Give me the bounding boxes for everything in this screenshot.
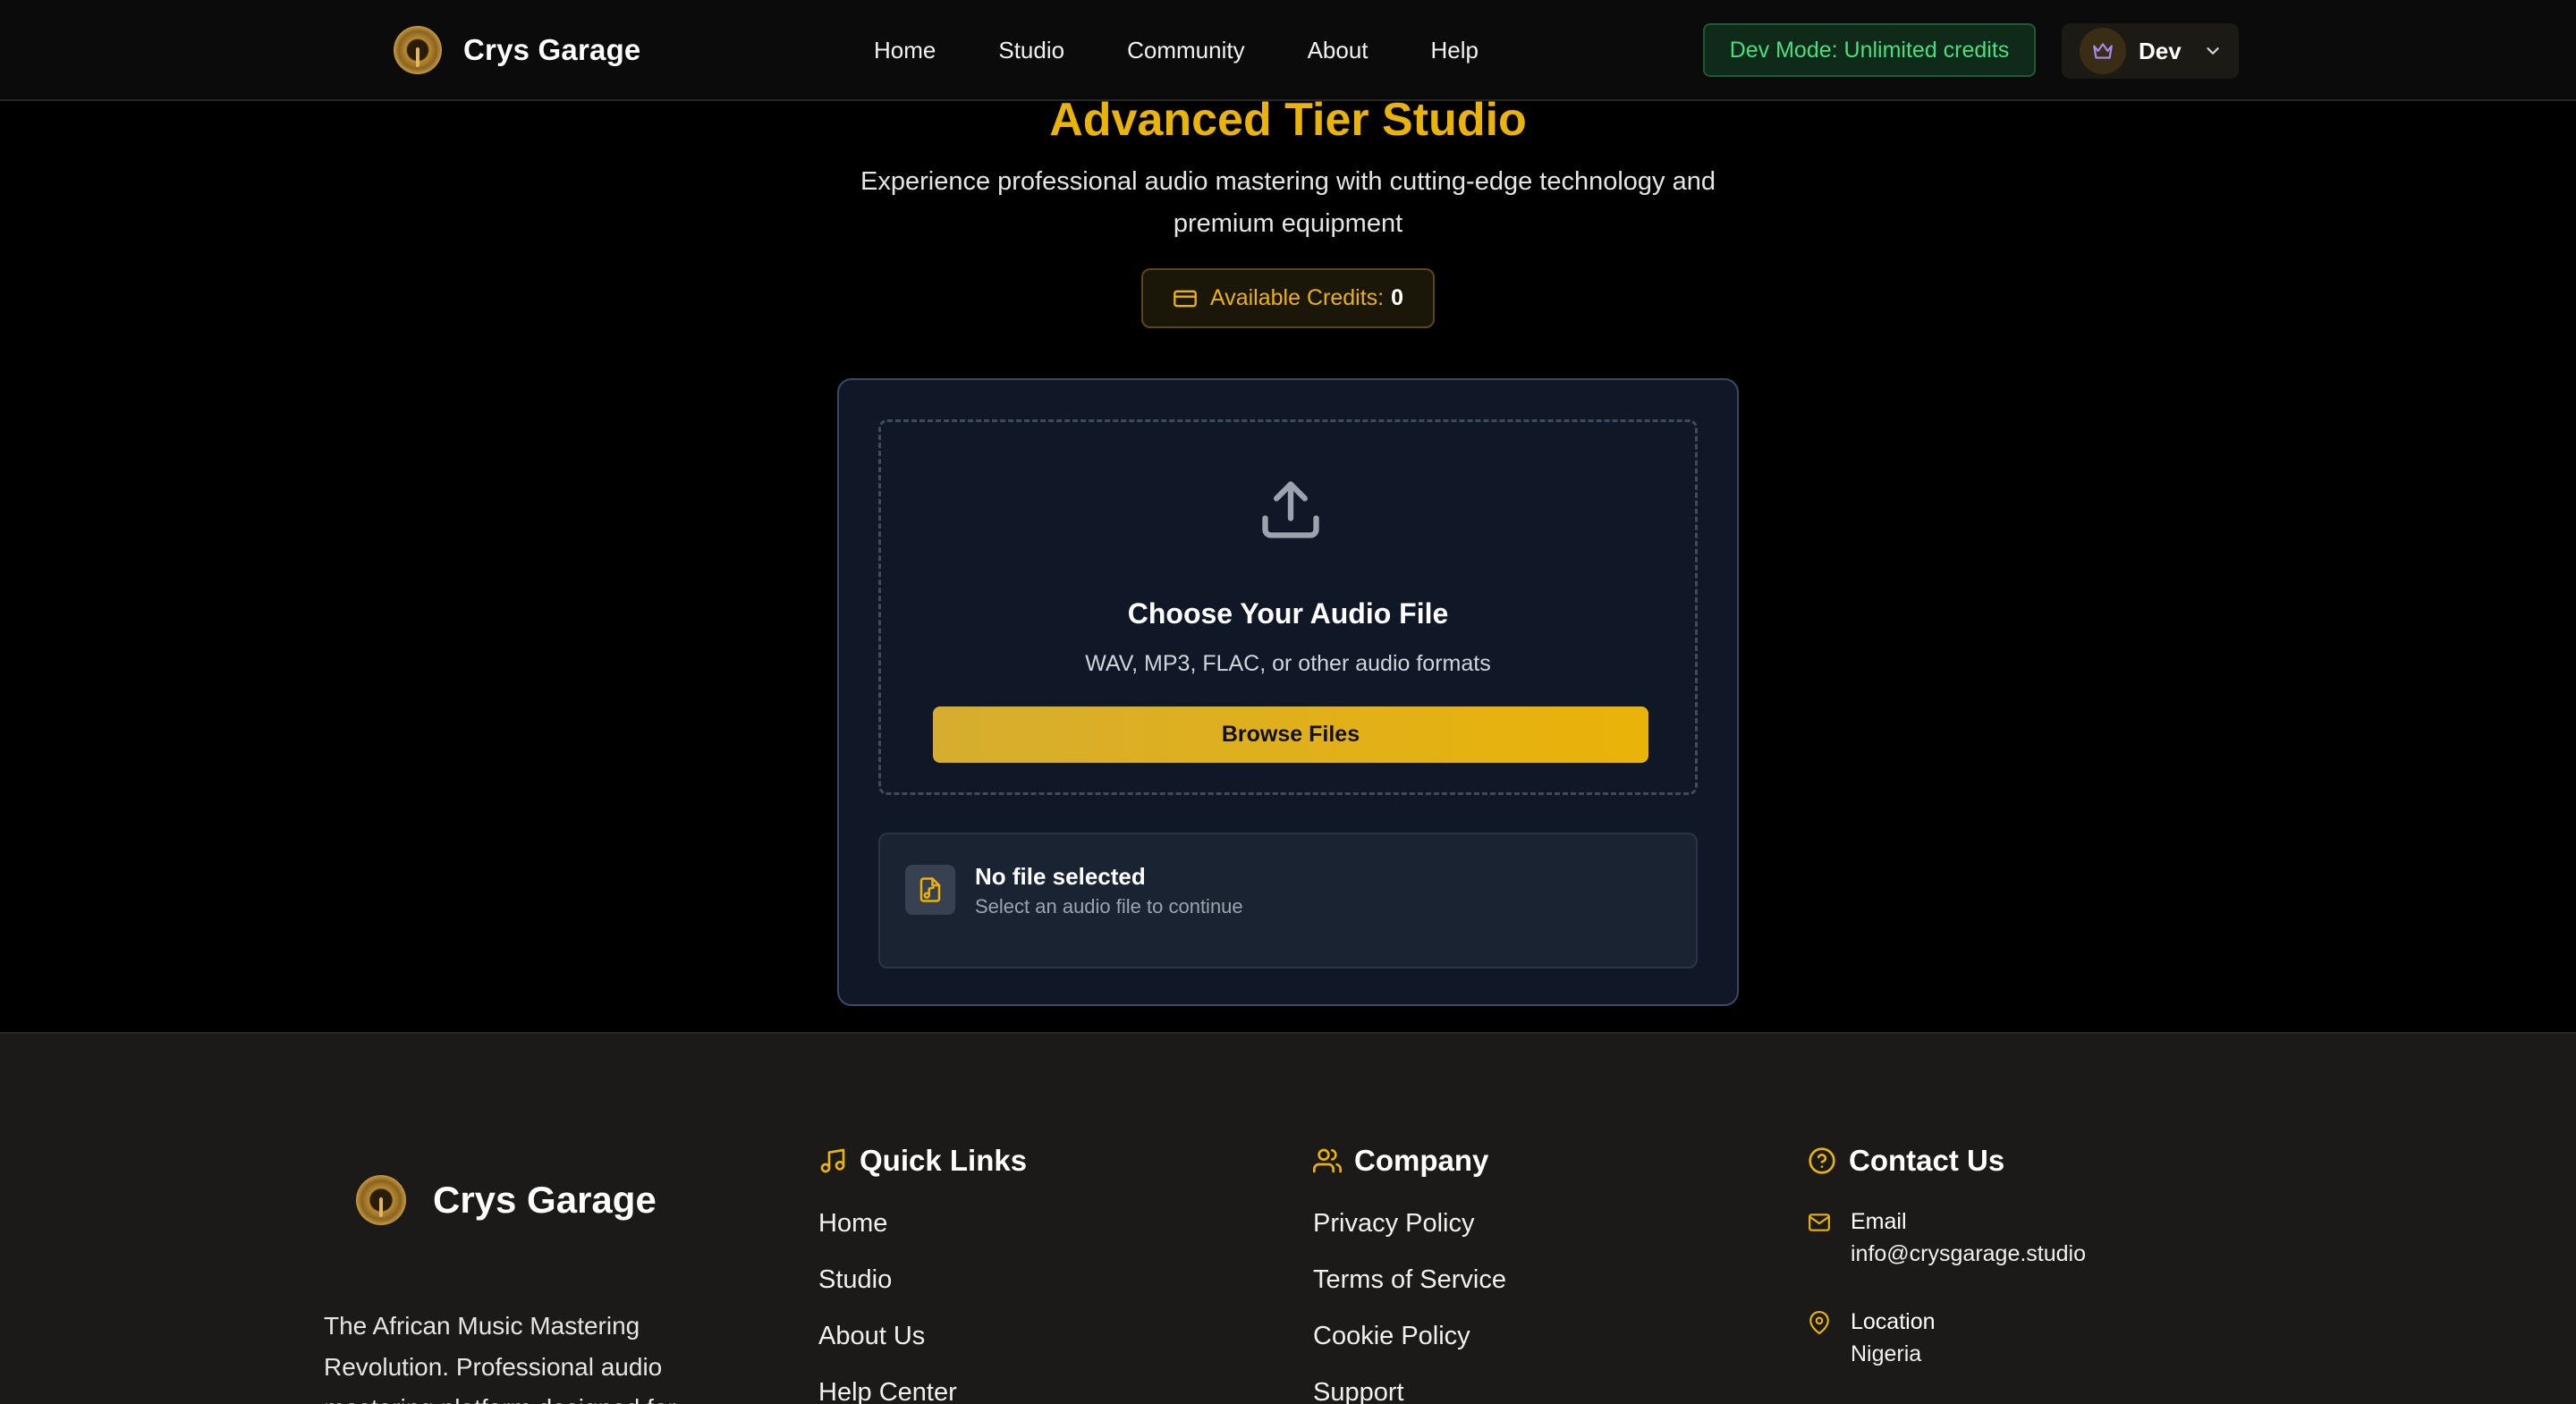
- footer-link-cookies[interactable]: Cookie Policy: [1313, 1318, 1506, 1374]
- file-drop-zone[interactable]: Choose Your Audio File WAV, MP3, FLAC, o…: [878, 419, 1698, 795]
- brand-home-link[interactable]: Crys Garage: [394, 25, 640, 75]
- footer-link-terms[interactable]: Terms of Service: [1313, 1262, 1506, 1318]
- chevron-down-icon: [2207, 47, 2219, 55]
- browse-files-button[interactable]: Browse Files: [933, 706, 1648, 763]
- contact-email: Email info@crysgarage.studio: [1808, 1207, 2086, 1272]
- nav-home[interactable]: Home: [874, 34, 936, 66]
- contact-title: Contact Us: [1849, 1144, 2005, 1177]
- help-circle-icon: [1809, 1147, 1835, 1174]
- music-note-icon: [820, 1148, 845, 1173]
- footer-company: Company Privacy Policy Terms of Service …: [1313, 1136, 1506, 1404]
- location-label: Location: [1851, 1309, 1936, 1334]
- logo-icon: [394, 26, 442, 74]
- nav-help[interactable]: Help: [1431, 34, 1479, 66]
- page-subtitle: Experience professional audio mastering …: [860, 167, 1716, 238]
- location-value: Nigeria: [1851, 1341, 1922, 1366]
- company-heading: Company: [1313, 1136, 1506, 1186]
- footer-brand[interactable]: Crys Garage: [356, 1175, 657, 1225]
- file-icon-box: [905, 865, 955, 915]
- email-label: Email: [1851, 1209, 1907, 1234]
- footer-tagline: The African Music Mastering Revolution. …: [324, 1312, 676, 1404]
- footer-link-about-us[interactable]: About Us: [818, 1318, 1027, 1374]
- credit-card-icon: [1174, 290, 1197, 307]
- user-menu-button[interactable]: Dev: [2062, 23, 2239, 79]
- footer-contact: Contact Us Email info@crysgarage.studio …: [1808, 1136, 2086, 1372]
- company-title: Company: [1354, 1144, 1489, 1177]
- footer-link-privacy[interactable]: Privacy Policy: [1313, 1205, 1506, 1262]
- file-status-title: No file selected: [975, 863, 1146, 890]
- contact-heading: Contact Us: [1808, 1136, 2086, 1186]
- crown-icon: [2093, 43, 2113, 59]
- file-status-hint: Select an audio file to continue: [975, 895, 1243, 918]
- upload-icon: [1262, 481, 1319, 538]
- main-nav: Home Studio Community About Help: [874, 34, 1479, 66]
- credits-badge: Available Credits: 0: [1141, 268, 1435, 328]
- nav-about[interactable]: About: [1308, 34, 1368, 66]
- dev-mode-badge: Dev Mode: Unlimited credits: [1703, 23, 2036, 77]
- drop-zone-hint: WAV, MP3, FLAC, or other audio formats: [1085, 651, 1491, 676]
- footer-link-help-center[interactable]: Help Center: [818, 1374, 1027, 1404]
- site-footer: Crys Garage The African Music Mastering …: [0, 1032, 2576, 1404]
- credits-label: Available Credits:: [1210, 285, 1385, 310]
- users-icon: [1313, 1148, 1342, 1173]
- upload-card: Choose Your Audio File WAV, MP3, FLAC, o…: [837, 378, 1739, 1006]
- footer-quick-links: Quick Links Home Studio About Us Help Ce…: [818, 1136, 1027, 1404]
- mail-icon: [1809, 1214, 1830, 1231]
- nav-community[interactable]: Community: [1127, 34, 1244, 66]
- user-name: Dev: [2139, 37, 2182, 64]
- footer-link-support[interactable]: Support: [1313, 1374, 1506, 1404]
- credits-value: 0: [1391, 285, 1403, 310]
- footer-link-studio[interactable]: Studio: [818, 1262, 1027, 1318]
- footer-brand-name: Crys Garage: [433, 1179, 657, 1221]
- top-navbar: Crys Garage Home Studio Community About …: [0, 0, 2576, 101]
- quick-links-title: Quick Links: [860, 1144, 1028, 1177]
- audio-file-icon: [919, 877, 941, 902]
- logo-icon: [356, 1175, 406, 1225]
- page-title: Advanced Tier Studio: [1049, 94, 1527, 146]
- quick-links-heading: Quick Links: [818, 1136, 1027, 1186]
- avatar: [2080, 28, 2126, 74]
- map-pin-icon: [1809, 1311, 1829, 1334]
- nav-studio[interactable]: Studio: [998, 34, 1064, 66]
- footer-link-home[interactable]: Home: [818, 1205, 1027, 1262]
- drop-zone-title: Choose Your Audio File: [1127, 597, 1449, 630]
- brand-name: Crys Garage: [463, 33, 641, 66]
- file-status-panel: No file selected Select an audio file to…: [878, 833, 1698, 968]
- email-value[interactable]: info@crysgarage.studio: [1851, 1236, 2086, 1272]
- contact-location: Location Nigeria: [1808, 1307, 2086, 1372]
